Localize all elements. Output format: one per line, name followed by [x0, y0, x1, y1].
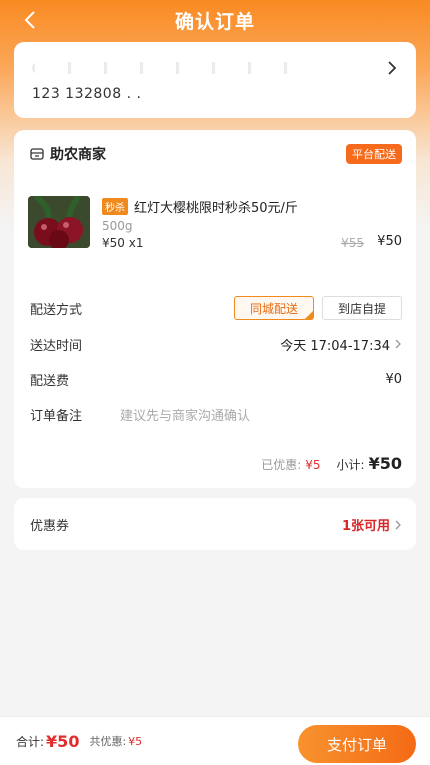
delivery-fee-label: 配送费: [30, 373, 70, 389]
delivery-fee-value: ¥0: [385, 371, 402, 387]
order-note-label: 订单备注: [30, 408, 83, 424]
delivery-time-row[interactable]: 送达时间 今天 17:04-17:34: [30, 332, 402, 356]
chevron-left-icon: [24, 11, 35, 29]
coupon-selector[interactable]: 1张可用: [342, 515, 402, 534]
total-discount-label: 共优惠:: [89, 735, 127, 748]
option-same-city-delivery[interactable]: 同城配送: [234, 296, 314, 320]
subtotal-label: 小计:: [336, 458, 365, 472]
subtotal-value: ¥50: [368, 454, 402, 473]
chevron-right-icon: [395, 339, 401, 349]
order-card: 助农商家 平台配送 秒杀 红灯大樱桃限时秒杀50元/斤 500g ¥50 x1 …: [14, 130, 416, 488]
delivery-time-value: 今天 17:04-17:34: [280, 338, 390, 354]
delivery-time-label: 送达时间: [30, 338, 83, 354]
address-card[interactable]: 123 132808 . .: [14, 42, 416, 118]
total-label: 合计:: [16, 734, 45, 749]
delivery-method-label: 配送方式: [30, 302, 83, 318]
chevron-right-icon[interactable]: [384, 60, 400, 76]
shop-name: 助农商家: [50, 147, 106, 163]
order-note-row: 订单备注 建议先与商家沟通确认: [30, 402, 402, 426]
shop-header: 助农商家: [30, 144, 106, 164]
order-note-input[interactable]: 建议先与商家沟通确认: [120, 405, 250, 424]
product-title: 红灯大樱桃限时秒杀50元/斤: [134, 201, 298, 216]
back-button[interactable]: [18, 8, 42, 32]
product-price: ¥50: [377, 234, 402, 249]
flash-sale-tag: 秒杀: [102, 198, 128, 215]
option-store-pickup[interactable]: 到店自提: [322, 296, 402, 320]
total-value: ¥50: [46, 731, 80, 751]
coupon-card[interactable]: 优惠券 1张可用: [14, 498, 416, 550]
total-discount-value: ¥5: [128, 734, 143, 748]
nav-bar: 确认订单: [0, 0, 430, 40]
address-phone: 123 132808 . .: [32, 86, 142, 102]
coupon-available: 1张可用: [341, 519, 390, 534]
order-subtotal: 已优惠: ¥5 小计: ¥50: [261, 454, 402, 473]
product-spec: 500g: [102, 219, 133, 233]
discount-value: ¥5: [305, 458, 321, 472]
page-title: 确认订单: [174, 10, 255, 33]
product-image[interactable]: [28, 196, 90, 248]
delivery-fee-row: 配送费 ¥0: [30, 367, 402, 391]
platform-delivery-badge: 平台配送: [346, 144, 402, 164]
address-text-blurred: [32, 62, 292, 74]
chevron-right-icon: [395, 520, 401, 529]
product-original-price: ¥55: [341, 236, 364, 250]
discount-label: 已优惠:: [261, 458, 302, 472]
shop-icon: [30, 148, 44, 160]
coupon-label: 优惠券: [30, 519, 70, 534]
bottom-bar: 合计: ¥50 共优惠: ¥5 支付订单: [0, 716, 430, 765]
pay-order-button[interactable]: 支付订单: [298, 725, 416, 763]
product-price-quantity: ¥50 x1: [102, 236, 144, 250]
